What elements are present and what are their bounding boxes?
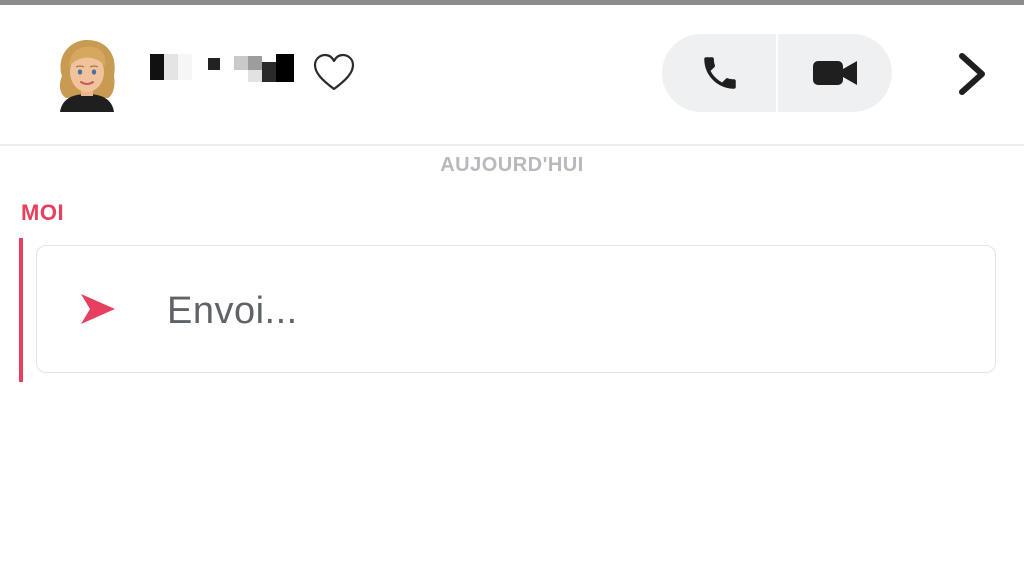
call-buttons-group (662, 34, 892, 112)
chevron-right-icon[interactable] (950, 50, 994, 98)
heart-outline-icon[interactable] (312, 52, 356, 94)
avatar[interactable] (52, 36, 122, 112)
video-camera-icon (812, 61, 857, 85)
send-arrow-icon (81, 294, 115, 324)
phone-icon (703, 57, 736, 89)
sender-label: MOI (21, 200, 65, 225)
day-separator-label: AUJOURD'HUI (440, 154, 584, 176)
contact-name-censored[interactable] (150, 52, 296, 84)
message-bubble[interactable]: Envoi... (36, 245, 996, 373)
message-accent-bar (19, 238, 23, 382)
message-status-text: Envoi... (167, 290, 298, 332)
video-call-button[interactable] (777, 34, 892, 112)
header-divider (0, 144, 1024, 146)
voice-call-button[interactable] (662, 34, 777, 112)
